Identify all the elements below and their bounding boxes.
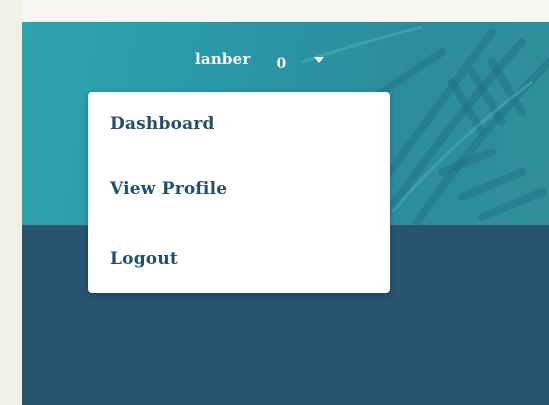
- user-dropdown-menu: Dashboard View Profile Logout: [88, 92, 390, 293]
- caret-down-icon[interactable]: [314, 57, 325, 63]
- menu-item-logout[interactable]: Logout: [110, 249, 178, 269]
- user-nav[interactable]: lanber 0: [195, 42, 325, 76]
- top-strip: [22, 0, 549, 22]
- menu-item-view-profile[interactable]: View Profile: [110, 179, 227, 199]
- username-label[interactable]: lanber: [195, 50, 250, 68]
- menu-item-dashboard[interactable]: Dashboard: [110, 114, 215, 134]
- notification-count-badge[interactable]: 0: [276, 56, 286, 72]
